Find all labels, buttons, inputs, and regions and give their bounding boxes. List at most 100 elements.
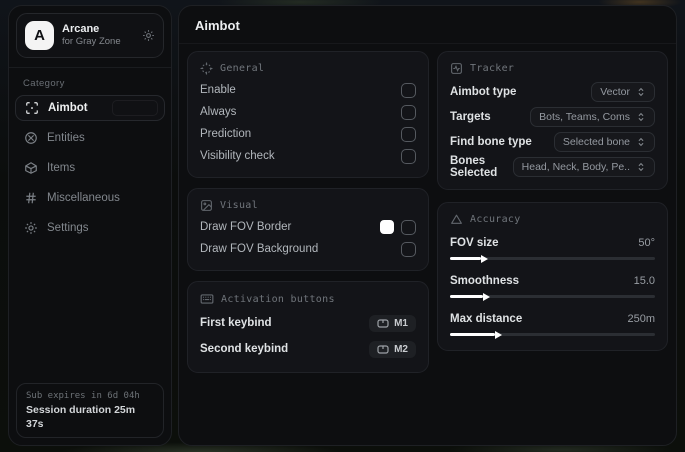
second-keybind-button[interactable]: M2: [369, 340, 416, 358]
keyboard-icon: [200, 292, 214, 306]
prediction-checkbox[interactable]: [401, 126, 416, 142]
card-title-label: Accuracy: [470, 214, 521, 225]
keybind-label: First keybind: [200, 317, 272, 329]
category-label: Category: [23, 78, 65, 89]
chevrons-up-down-icon: [636, 162, 646, 172]
slider-row-fov-size: FOV size 50°: [450, 234, 655, 260]
slider-label: FOV size: [450, 237, 499, 249]
sidebar-item-entities[interactable]: Entities: [15, 125, 165, 151]
radar-icon: [23, 131, 38, 145]
tracker-label: Aimbot type: [450, 85, 517, 98]
slider-label: Smoothness: [450, 275, 520, 287]
slider-row-smoothness: Smoothness 15.0: [450, 272, 655, 298]
visibility-check-checkbox[interactable]: [401, 148, 416, 164]
card-accuracy: Accuracy FOV size 50° Smoothness 15.0 Ma…: [437, 202, 668, 351]
targets-select[interactable]: Bots, Teams, Coms: [530, 106, 655, 127]
keybind-row-second: Second keybind M2: [200, 336, 416, 362]
activity-icon: [450, 62, 463, 75]
sidebar-item-label: Settings: [47, 222, 89, 234]
mouse-icon: [377, 318, 389, 328]
main-panel: Aimbot General Enable Always Prediction …: [178, 5, 677, 446]
setting-row-draw-fov-border: Draw FOV Border: [200, 216, 416, 238]
first-keybind-button[interactable]: M1: [369, 314, 416, 332]
card-visual-header: Visual: [200, 199, 416, 212]
always-checkbox[interactable]: [401, 104, 416, 120]
sidebar-item-label: Entities: [47, 132, 85, 144]
crosshair-icon: [24, 101, 39, 115]
main-header: Aimbot: [179, 6, 676, 44]
setting-label: Enable: [200, 84, 236, 96]
chevrons-up-down-icon: [636, 87, 646, 97]
chevrons-up-down-icon: [636, 137, 646, 147]
sidebar-nav: Aimbot Entities Items Miscellaneous Sett…: [9, 95, 171, 241]
card-accuracy-header: Accuracy: [450, 213, 655, 226]
slider-fill: [450, 333, 496, 336]
sub-expires-text: Sub expires in 6d 04h: [26, 391, 140, 401]
card-title-label: Activation buttons: [221, 293, 335, 305]
bones-selected-select[interactable]: Head, Neck, Body, Pe..: [512, 156, 655, 177]
main-content: General Enable Always Prediction Visibil…: [179, 44, 676, 380]
sidebar-item-label: Items: [47, 162, 76, 174]
tracker-row-aimbot-type: Aimbot type Vector: [450, 79, 655, 104]
gear-icon: [23, 221, 38, 235]
sidebar-item-label: Aimbot: [48, 102, 88, 114]
card-title-label: General: [220, 63, 265, 74]
slider-fill: [450, 295, 483, 298]
chevrons-up-down-icon: [636, 112, 646, 122]
sidebar-item-settings[interactable]: Settings: [15, 215, 165, 241]
setting-label: Prediction: [200, 128, 252, 140]
select-value: Vector: [600, 85, 630, 98]
slider-value: 15.0: [633, 275, 655, 287]
keybind-value: M1: [394, 317, 408, 329]
app-name: Arcane: [62, 23, 100, 35]
card-tracker: Tracker Aimbot type Vector Targets Bots,…: [437, 51, 668, 190]
enable-checkbox[interactable]: [401, 82, 416, 98]
tracker-row-find-bone-type: Find bone type Selected bone: [450, 129, 655, 154]
slider-fill: [450, 257, 481, 260]
session-duration-text: Session duration 25m 37s: [26, 404, 136, 430]
max-distance-slider[interactable]: [450, 333, 655, 336]
card-title-label: Tracker: [470, 63, 515, 74]
draw-fov-border-checkbox[interactable]: [401, 219, 416, 235]
tracker-row-bones-selected: Bones Selected Head, Neck, Body, Pe..: [450, 154, 655, 179]
setting-row-prediction: Prediction: [200, 123, 416, 145]
keybind-value: M2: [394, 343, 408, 355]
sidebar: A Arcane for Gray Zone Category Aimbot E…: [8, 5, 172, 446]
sidebar-item-label: Miscellaneous: [47, 192, 120, 204]
slider-value: 50°: [638, 237, 655, 249]
card-general-header: General: [200, 62, 416, 75]
card-general: General Enable Always Prediction Visibil…: [187, 51, 429, 178]
setting-row-enable: Enable: [200, 79, 416, 101]
card-activation-header: Activation buttons: [200, 292, 416, 306]
package-icon: [23, 161, 38, 175]
tracker-row-targets: Targets Bots, Teams, Coms: [450, 104, 655, 129]
tracker-label: Find bone type: [450, 135, 532, 148]
fov-size-slider[interactable]: [450, 257, 655, 260]
image-icon: [200, 199, 213, 212]
fov-border-color-swatch[interactable]: [380, 220, 394, 234]
draw-fov-background-checkbox[interactable]: [401, 241, 416, 257]
setting-label: Draw FOV Border: [200, 221, 292, 233]
card-tracker-header: Tracker: [450, 62, 655, 75]
aimbot-type-select[interactable]: Vector: [591, 81, 655, 102]
card-visual: Visual Draw FOV Border Draw FOV Backgrou…: [187, 188, 429, 271]
slider-row-max-distance: Max distance 250m: [450, 310, 655, 336]
find-bone-type-select[interactable]: Selected bone: [553, 131, 655, 152]
slider-value: 250m: [627, 313, 655, 325]
keybind-row-first: First keybind M1: [200, 310, 416, 336]
keybind-label: Second keybind: [200, 343, 289, 355]
triangle-icon: [450, 213, 463, 226]
select-value: Head, Neck, Body, Pe..: [521, 160, 630, 173]
slider-label: Max distance: [450, 313, 523, 325]
sidebar-item-aimbot[interactable]: Aimbot: [15, 95, 165, 121]
setting-row-always: Always: [200, 101, 416, 123]
card-activation-buttons: Activation buttons First keybind M1 Seco…: [187, 281, 429, 373]
tracker-label: Bones Selected: [450, 154, 498, 179]
sidebar-item-miscellaneous[interactable]: Miscellaneous: [15, 185, 165, 211]
select-value: Bots, Teams, Coms: [539, 110, 630, 123]
setting-row-visibility-check: Visibility check: [200, 145, 416, 167]
setting-label: Visibility check: [200, 150, 275, 162]
gear-icon[interactable]: [142, 29, 155, 42]
smoothness-slider[interactable]: [450, 295, 655, 298]
sidebar-item-items[interactable]: Items: [15, 155, 165, 181]
